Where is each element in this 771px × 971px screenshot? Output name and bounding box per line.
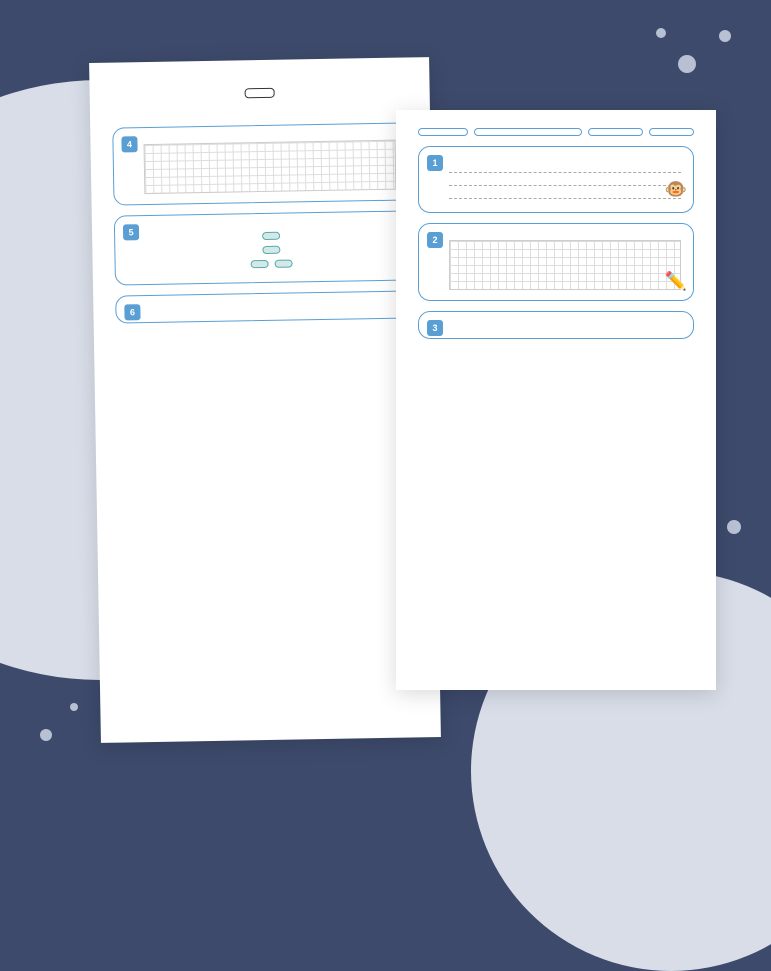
task-5-title — [145, 222, 397, 226]
answer-line — [112, 117, 408, 122]
scheme-root — [262, 232, 280, 240]
answer-line — [112, 117, 408, 122]
task-2-box: 2 ✏️ — [418, 223, 694, 301]
pencils-icon: ✏️ — [665, 271, 687, 292]
bg-dot — [678, 55, 696, 73]
bg-dot — [719, 30, 731, 42]
task-3-box: 3 — [418, 311, 694, 339]
class-field[interactable] — [588, 128, 643, 136]
worksheet-page: 1 🐵 2 ✏️ 3 — [396, 110, 716, 690]
answer-line — [112, 117, 408, 122]
task-6-item — [146, 308, 398, 312]
answer-line — [112, 117, 408, 122]
date-field[interactable] — [649, 128, 694, 136]
answer-line — [112, 117, 408, 122]
bg-dot — [70, 703, 78, 711]
task-6-item — [146, 308, 398, 312]
header-row — [418, 128, 694, 136]
bg-dot — [40, 729, 52, 741]
answer-line — [112, 117, 408, 122]
task-6-item — [146, 308, 398, 312]
monkey-icon: 🐵 — [665, 179, 687, 200]
answer-line[interactable] — [449, 163, 681, 173]
task-number: 4 — [121, 136, 137, 152]
answer-line — [112, 117, 408, 122]
task-5-box: 5 — [114, 210, 411, 285]
answer-line — [112, 117, 408, 122]
answer-line — [112, 117, 408, 122]
scheme-leaf — [251, 260, 269, 268]
task-number: 2 — [427, 232, 443, 248]
task-number: 3 — [427, 320, 443, 336]
answer-grid — [144, 140, 397, 194]
task-number: 5 — [123, 224, 139, 240]
task-number: 6 — [124, 304, 140, 320]
answer-line — [112, 117, 408, 122]
bg-dot — [727, 520, 741, 534]
answer-grid[interactable] — [449, 240, 681, 290]
answers-page: 4 5 6 — [89, 57, 441, 743]
task-number: 1 — [427, 155, 443, 171]
task-1-box: 1 🐵 — [418, 146, 694, 213]
answer-line[interactable] — [449, 176, 681, 186]
scheme-leaf — [275, 259, 293, 267]
bg-dot — [656, 28, 666, 38]
answers-title — [245, 88, 275, 99]
scheme-node — [262, 246, 280, 254]
subject-field — [418, 128, 468, 136]
task-4-title — [143, 134, 395, 138]
task-6-title — [146, 302, 398, 306]
name-field[interactable] — [474, 128, 582, 136]
task-6-item — [146, 308, 398, 312]
task-6-box: 6 — [115, 290, 411, 323]
answer-line[interactable] — [449, 189, 681, 199]
answer-line — [112, 117, 408, 122]
task-4-box: 4 — [112, 122, 409, 205]
